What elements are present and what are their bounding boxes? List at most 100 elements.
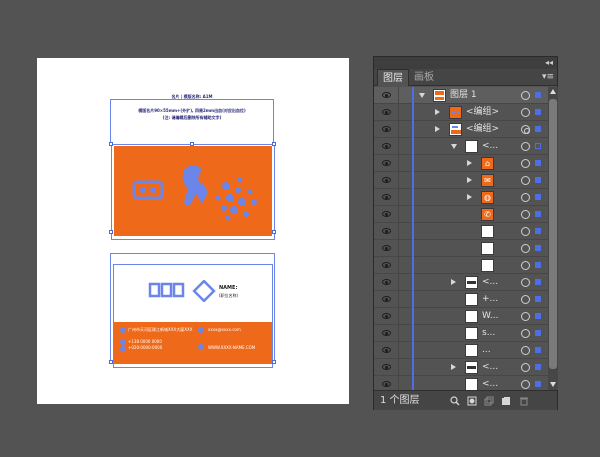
selection-indicator[interactable] [535, 262, 541, 268]
layer-row[interactable]: <... [374, 138, 548, 155]
collapse-triangle-icon[interactable] [419, 93, 425, 98]
layer-name[interactable]: ... [482, 342, 491, 359]
layer-row[interactable]: <编组> [374, 121, 548, 138]
resize-handle[interactable] [190, 142, 194, 146]
selection-indicator[interactable] [535, 296, 541, 302]
expand-triangle-icon[interactable] [467, 160, 472, 166]
lock-column[interactable] [398, 206, 399, 223]
target-circle-icon[interactable] [521, 295, 530, 304]
panel-title-bar[interactable]: ◂◂ [374, 57, 557, 69]
target-circle-icon[interactable] [521, 142, 530, 151]
tab-artboards[interactable]: 画板 [409, 69, 439, 86]
selection-indicator[interactable] [535, 228, 541, 234]
selection-indicator[interactable] [535, 177, 541, 183]
lock-column[interactable] [398, 291, 399, 308]
selection-indicator[interactable] [535, 160, 541, 166]
lock-column[interactable] [398, 87, 399, 104]
layer-row[interactable]: ✆ [374, 206, 548, 223]
target-circle-icon[interactable] [521, 91, 530, 100]
selection-indicator[interactable] [535, 279, 541, 285]
resize-handle[interactable] [109, 360, 113, 364]
lock-column[interactable] [398, 240, 399, 257]
layer-name[interactable]: 图层 1 [450, 87, 477, 104]
selection-indicator[interactable] [535, 143, 541, 149]
selection-indicator[interactable] [535, 92, 541, 98]
resize-handle[interactable] [272, 360, 276, 364]
visibility-eye-icon[interactable] [382, 109, 391, 115]
target-circle-icon[interactable] [521, 176, 530, 185]
collapse-triangle-icon[interactable] [451, 144, 457, 149]
layer-row[interactable]: <... [374, 376, 548, 390]
layer-name[interactable]: <... [482, 359, 498, 376]
lock-column[interactable] [398, 342, 399, 359]
expand-triangle-icon[interactable] [451, 364, 456, 370]
visibility-eye-icon[interactable] [382, 194, 391, 200]
delete-icon[interactable] [519, 396, 529, 406]
lock-column[interactable] [398, 359, 399, 376]
new-sublayer-icon[interactable] [484, 396, 494, 406]
locate-object-icon[interactable] [450, 396, 460, 406]
front-card[interactable] [114, 146, 272, 236]
visibility-eye-icon[interactable] [382, 177, 391, 183]
visibility-eye-icon[interactable] [382, 330, 391, 336]
resize-handle[interactable] [272, 142, 276, 146]
layer-name[interactable]: <编组> [466, 104, 499, 121]
tab-layers[interactable]: 图层 [377, 69, 409, 86]
visibility-eye-icon[interactable] [382, 313, 391, 319]
lock-column[interactable] [398, 189, 399, 206]
scroll-thumb[interactable] [549, 99, 557, 369]
visibility-eye-icon[interactable] [382, 228, 391, 234]
visibility-eye-icon[interactable] [382, 381, 391, 387]
target-circle-icon[interactable] [521, 227, 530, 236]
layer-row[interactable]: s... [374, 325, 548, 342]
visibility-eye-icon[interactable] [382, 262, 391, 268]
layer-name[interactable]: W... [482, 308, 498, 325]
expand-triangle-icon[interactable] [451, 279, 456, 285]
make-clipping-mask-icon[interactable] [467, 396, 477, 406]
selection-indicator[interactable] [535, 330, 541, 336]
layer-name[interactable]: +... [482, 291, 498, 308]
visibility-eye-icon[interactable] [382, 364, 391, 370]
scrollbar[interactable] [548, 87, 558, 390]
visibility-eye-icon[interactable] [382, 279, 391, 285]
visibility-eye-icon[interactable] [382, 211, 391, 217]
lock-column[interactable] [398, 274, 399, 291]
selection-indicator[interactable] [535, 313, 541, 319]
target-circle-icon[interactable] [521, 210, 530, 219]
target-circle-icon[interactable] [521, 261, 530, 270]
lock-column[interactable] [398, 104, 399, 121]
layer-row[interactable]: ... [374, 342, 548, 359]
target-circle-icon[interactable] [521, 159, 530, 168]
selection-indicator[interactable] [535, 347, 541, 353]
layer-row[interactable]: ⌂ [374, 155, 548, 172]
layer-row[interactable]: <编组> [374, 104, 548, 121]
target-circle-icon[interactable] [521, 380, 530, 389]
lock-column[interactable] [398, 155, 399, 172]
layer-name[interactable]: <... [482, 376, 498, 390]
expand-triangle-icon[interactable] [435, 109, 440, 115]
selection-indicator[interactable] [535, 245, 541, 251]
resize-handle[interactable] [109, 142, 113, 146]
layer-row[interactable]: ◍ [374, 189, 548, 206]
target-circle-icon[interactable] [521, 312, 530, 321]
target-circle-icon[interactable] [521, 193, 530, 202]
layer-row[interactable]: 图层 1 [374, 87, 548, 104]
target-circle-icon[interactable] [521, 244, 530, 253]
lock-column[interactable] [398, 257, 399, 274]
selection-indicator[interactable] [535, 211, 541, 217]
layer-row[interactable] [374, 240, 548, 257]
lock-column[interactable] [398, 325, 399, 342]
target-circle-icon[interactable] [521, 346, 530, 355]
lock-column[interactable] [398, 223, 399, 240]
scroll-down-icon[interactable] [550, 382, 556, 387]
visibility-eye-icon[interactable] [382, 296, 391, 302]
visibility-eye-icon[interactable] [382, 92, 391, 98]
expand-triangle-icon[interactable] [467, 194, 472, 200]
layer-name[interactable]: s... [482, 325, 495, 342]
double-chevron-icon[interactable]: ◂◂ [545, 57, 553, 69]
selection-indicator[interactable] [535, 109, 541, 115]
visibility-eye-icon[interactable] [382, 143, 391, 149]
target-circle-icon[interactable] [521, 363, 530, 372]
visibility-eye-icon[interactable] [382, 245, 391, 251]
lock-column[interactable] [398, 376, 399, 390]
